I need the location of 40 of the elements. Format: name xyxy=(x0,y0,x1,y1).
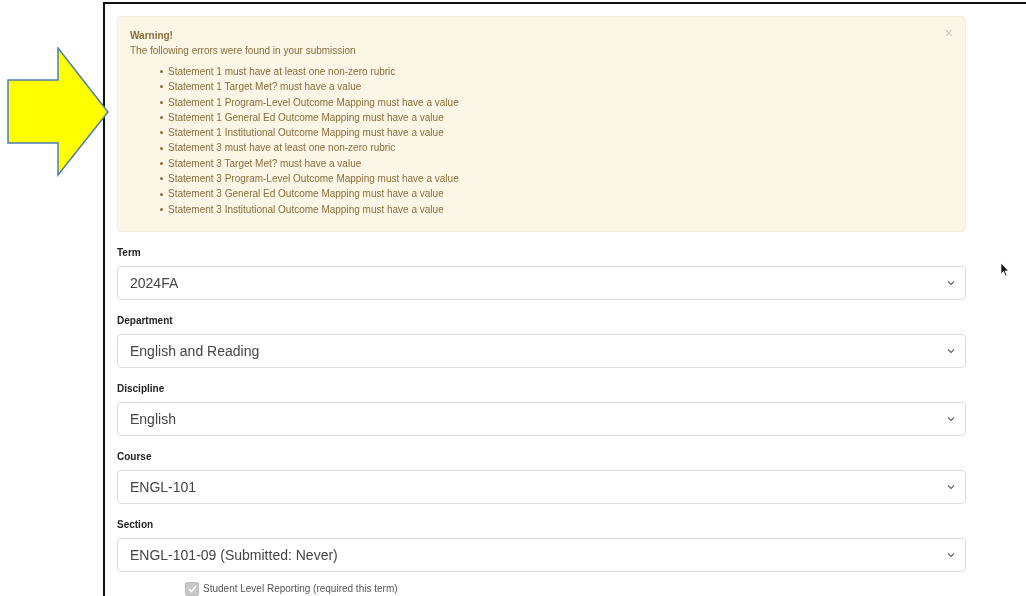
error-text: Statement 1 must have at least one non-zero rubric xyxy=(168,65,396,79)
select-field[interactable]: ENGL-101-09 (Submitted: Never) xyxy=(117,537,966,572)
bullet-icon xyxy=(160,100,163,104)
field-label: Course xyxy=(117,449,153,464)
field-label: Section xyxy=(117,517,155,532)
arrow-icon xyxy=(7,47,111,177)
error-text: Statement 3 General Ed Outcome Mapping must have a value xyxy=(168,187,444,202)
bullet-icon xyxy=(160,192,163,196)
select-field[interactable]: English and Reading xyxy=(117,333,966,368)
select-field[interactable]: English xyxy=(117,401,966,436)
error-text: Statement 3 Target Met? must have a value xyxy=(168,156,362,171)
error-text: Statement 1 General Ed Outcome Mapping must have a value xyxy=(168,110,444,125)
bullet-icon xyxy=(160,207,163,211)
chevron-down-icon xyxy=(947,551,955,558)
chevron-down-icon xyxy=(947,415,955,422)
error-text: Statement 1 Program-Level Outcome Mapping must have a value xyxy=(168,95,459,110)
field-label: Discipline xyxy=(117,381,166,396)
mouse-cursor-icon xyxy=(1000,262,1010,277)
error-text: Statement 3 Institutional Outcome Mapping must have a value xyxy=(168,202,444,217)
select-field[interactable]: ENGL-101 xyxy=(117,469,966,504)
bullet-icon xyxy=(160,161,163,165)
error-text: Statement 3 Program-Level Outcome Mapping must have a value xyxy=(168,172,459,187)
chevron-down-icon xyxy=(947,279,955,286)
chevron-down-icon xyxy=(947,483,955,490)
bullet-icon xyxy=(160,146,163,150)
bullet-icon xyxy=(160,131,163,135)
error-text: Statement 1 Target Met? must have a value xyxy=(168,80,362,95)
select-field[interactable]: 2024FA xyxy=(117,265,966,300)
bullet-icon xyxy=(160,70,163,74)
error-text: Statement 1 Institutional Outcome Mapping must have a value xyxy=(168,126,444,141)
field-label: Department xyxy=(117,313,174,328)
bullet-icon xyxy=(160,116,163,120)
alert-title: Warning! xyxy=(130,29,173,43)
chevron-down-icon xyxy=(947,347,955,354)
bullet-icon xyxy=(160,85,163,89)
field-label: Term xyxy=(117,245,142,260)
checkbox-label: Student Level Reporting (required this term) xyxy=(203,583,398,595)
alert-message: The following errors were found in your submission xyxy=(130,44,356,58)
bullet-icon xyxy=(160,177,163,181)
error-text: Statement 3 must have at least one non-zero rubric xyxy=(168,141,396,156)
